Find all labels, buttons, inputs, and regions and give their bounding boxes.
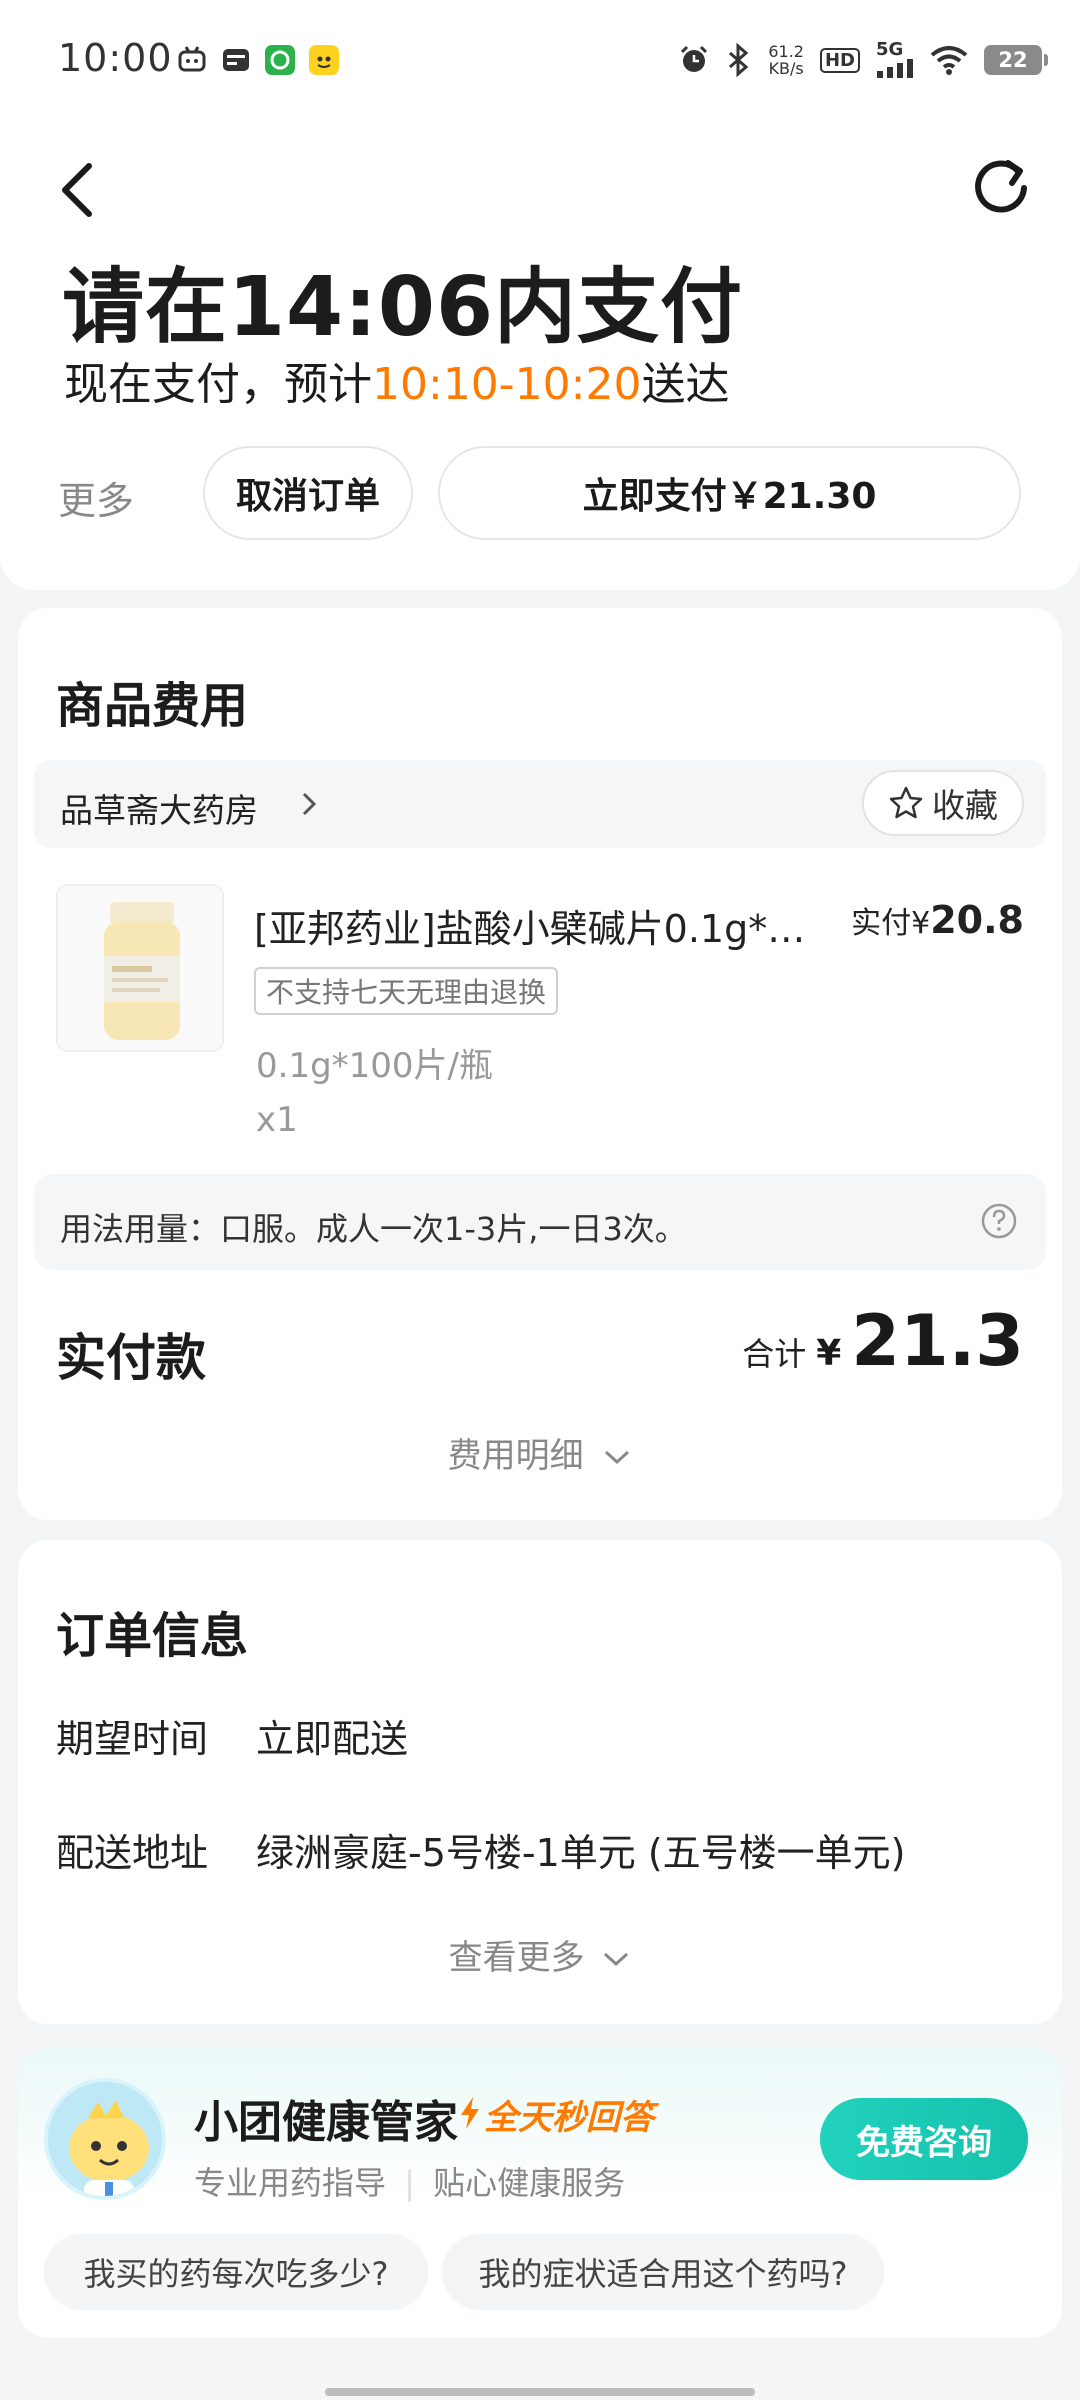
no-return-tag: 不支持七天无理由退换: [254, 967, 559, 1015]
help-icon[interactable]: [980, 1202, 1018, 1240]
app-green-icon: [265, 45, 295, 75]
order-info-card: 订单信息 期望时间 立即配送 配送地址 绿洲豪庭-5号楼-1单元 (五号楼一单元) …: [18, 1540, 1062, 2024]
product-paid-price: 实付¥20.8: [851, 898, 1024, 942]
product-quantity: x1: [256, 1100, 298, 1140]
question-chip-symptom[interactable]: 我的症状适合用这个药吗?: [442, 2234, 884, 2310]
total-paid-title: 实付款: [56, 1329, 206, 1387]
refresh-icon[interactable]: [970, 157, 1032, 219]
total-amount: 合计 ¥ 21.3: [742, 1300, 1024, 1382]
assistant-description: 专业用药指导 | 贴心健康服务: [194, 2164, 626, 2202]
more-button[interactable]: 更多: [58, 470, 134, 525]
pay-now-button[interactable]: 立即支付￥21.30: [438, 446, 1021, 540]
cell-signal: 5G: [876, 41, 914, 78]
wifi-icon: [930, 46, 968, 75]
cancel-order-button[interactable]: 取消订单: [203, 446, 413, 540]
signal-icon: [877, 59, 913, 78]
section-title-goods: 商品费用: [56, 678, 249, 734]
chevron-right-icon[interactable]: [300, 790, 318, 818]
assistant-avatar: [44, 2078, 166, 2200]
favorite-button[interactable]: 收藏: [862, 770, 1024, 836]
back-arrow-icon[interactable]: [55, 160, 105, 220]
chevron-down-icon: [604, 1952, 629, 1967]
assistant-slogan: 全天秒回答: [484, 2098, 654, 2138]
lightning-icon: [461, 2097, 479, 2129]
product-spec: 0.1g*100片/瓶: [256, 1046, 494, 1086]
status-right: 61.2 KB/s HD 5G 22: [678, 38, 1048, 82]
payment-countdown-title: 请在14:06内支付: [62, 260, 744, 355]
question-chip-dosage[interactable]: 我买的药每次吃多少?: [44, 2234, 428, 2310]
product-name[interactable]: [亚邦药业]盐酸小檗碱片0.1g*100片/瓶: [254, 898, 814, 953]
status-time: 10:00: [58, 36, 173, 80]
mascot-icon: [48, 2082, 162, 2196]
chevron-down-icon: [605, 1450, 630, 1465]
bilibili-icon: [178, 46, 206, 72]
star-icon: [889, 786, 923, 819]
usage-text: 用法用量：口服。成人一次1-3片,一日3次。: [60, 1210, 687, 1248]
wallet-icon: [223, 49, 249, 71]
bluetooth-icon: [729, 43, 749, 77]
view-more-toggle[interactable]: 查看更多: [18, 1930, 1062, 1979]
product-image[interactable]: [56, 884, 224, 1052]
status-bar: 10:00 61.2 KB/s HD 5G 22: [0, 0, 1080, 120]
app-yellow-icon: [309, 45, 339, 75]
medicine-bottle-image: [58, 886, 222, 1050]
battery-indicator: 22: [984, 45, 1048, 75]
info-row-time: 期望时间 立即配送: [56, 1717, 409, 1761]
net-speed: 61.2 KB/s: [768, 42, 804, 78]
assistant-name: 小团健康管家: [194, 2097, 458, 2148]
goods-fee-card: 商品费用 品草斋大药房 收藏 [亚邦药业]盐酸小檗碱片0.1g*100片/瓶 不…: [18, 608, 1062, 1520]
delivery-window: 10:10-10:20: [372, 359, 642, 410]
home-indicator[interactable]: [325, 2388, 755, 2396]
health-assistant-card: 小团健康管家 全天秒回答 专业用药指导 | 贴心健康服务 免费咨询 我买的药每次…: [18, 2048, 1062, 2338]
alarm-icon: [681, 45, 708, 72]
usage-instructions: 用法用量：口服。成人一次1-3片,一日3次。: [34, 1174, 1046, 1270]
delivery-estimate: 现在支付，预计10:10-10:20送达: [64, 359, 730, 410]
info-row-address: 配送地址 绿洲豪庭-5号楼-1单元 (五号楼一单元): [56, 1831, 906, 1875]
section-title-order: 订单信息: [56, 1608, 249, 1664]
hd-badge: HD: [819, 47, 860, 73]
store-name-link[interactable]: 品草斋大药房: [60, 784, 258, 832]
free-consult-button[interactable]: 免费咨询: [820, 2098, 1028, 2180]
store-bar: 品草斋大药房 收藏: [34, 760, 1046, 848]
fee-detail-toggle[interactable]: 费用明细: [18, 1428, 1062, 1477]
